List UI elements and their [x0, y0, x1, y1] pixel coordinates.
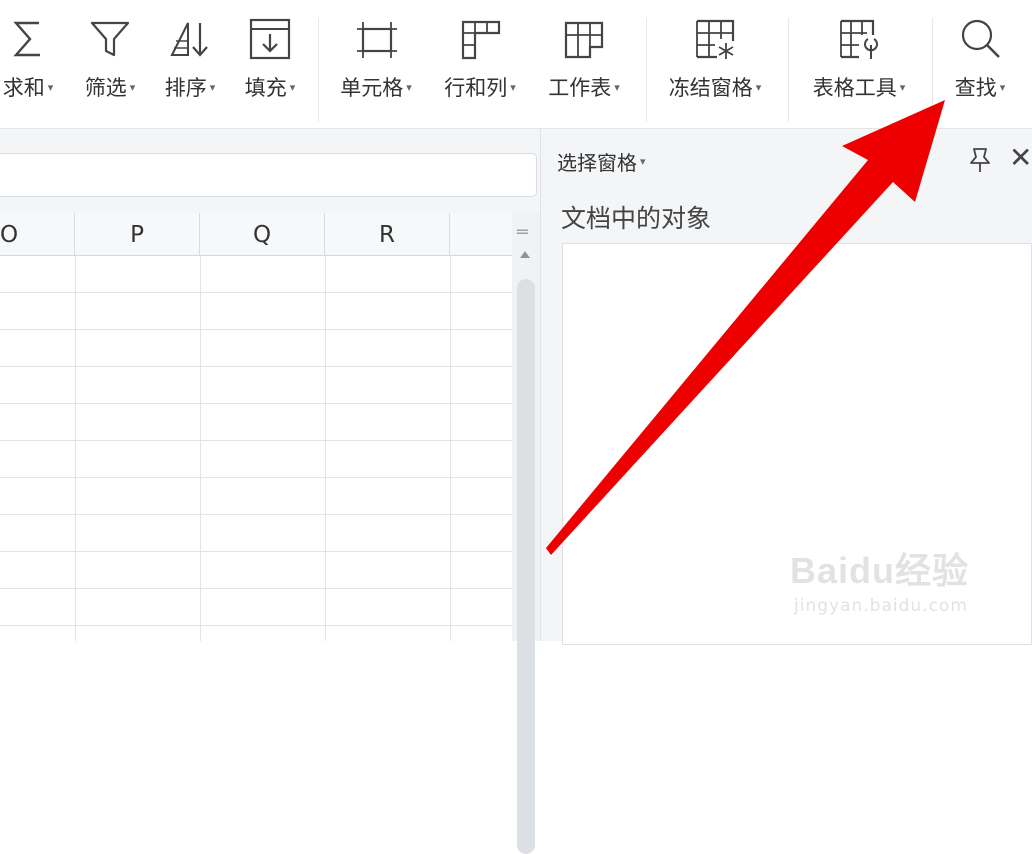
chevron-down-icon[interactable]: ▾: [614, 81, 620, 94]
search-button[interactable]: 查找 ▾: [942, 14, 1018, 114]
ribbon-divider: [646, 18, 647, 122]
chevron-down-icon[interactable]: ▾: [48, 81, 54, 94]
freeze-panes-icon: [692, 14, 738, 64]
worksheet-icon: [561, 14, 607, 64]
watermark-brand: Baidu经验: [790, 550, 970, 591]
rows-columns-button[interactable]: 行和列 ▾: [434, 14, 526, 114]
chevron-down-icon[interactable]: ▾: [640, 155, 646, 168]
cell-icon: [353, 14, 399, 64]
chevron-down-icon[interactable]: ▾: [756, 81, 762, 94]
chevron-down-icon[interactable]: ▾: [406, 81, 412, 94]
chevron-down-icon[interactable]: ▾: [290, 81, 296, 94]
sort-label: 排序: [164, 76, 207, 100]
chevron-down-icon[interactable]: ▾: [510, 81, 516, 94]
table-tools-icon: [836, 14, 882, 64]
cell-grid[interactable]: [0, 256, 512, 641]
selection-pane-title[interactable]: 选择窗格 ▾: [557, 147, 646, 176]
freeze-panes-label: 冻结窗格: [668, 76, 753, 100]
vertical-scrollbar[interactable]: ═: [512, 213, 540, 854]
cell-button[interactable]: 单元格 ▾: [330, 14, 422, 114]
chevron-down-icon[interactable]: ▾: [130, 81, 136, 94]
table-tools-button[interactable]: 表格工具 ▾: [800, 14, 918, 114]
search-label: 查找: [954, 76, 997, 100]
fill-icon: [247, 14, 293, 64]
scroll-thumb[interactable]: [517, 279, 535, 854]
fill-label: 填充: [244, 76, 287, 100]
formula-bar-input[interactable]: [0, 153, 537, 197]
filter-button[interactable]: 筛选 ▾: [74, 14, 146, 114]
close-icon[interactable]: ✕: [1009, 141, 1032, 174]
sort-button[interactable]: 排序 ▾: [154, 14, 226, 114]
ribbon-toolbar: 求和 ▾ 筛选 ▾ 排序 ▾ 填充 ▾ 单元格 ▾ 行和列 ▾ 工作表 ▾ 冻结…: [0, 0, 1032, 129]
fill-button[interactable]: 填充 ▾: [234, 14, 306, 114]
objects-in-document-heading: 文档中的对象: [561, 204, 712, 233]
chevron-down-icon[interactable]: ▾: [1000, 81, 1006, 94]
rows-columns-icon: [457, 14, 503, 64]
sum-label: 求和: [2, 76, 45, 100]
cell-label: 单元格: [340, 76, 404, 100]
filter-label: 筛选: [84, 76, 127, 100]
ribbon-divider: [932, 18, 933, 122]
ribbon-divider: [318, 18, 319, 122]
pin-icon[interactable]: [965, 145, 995, 175]
split-handle-icon[interactable]: ═: [517, 222, 528, 243]
chevron-down-icon[interactable]: ▾: [210, 81, 216, 94]
table-tools-label: 表格工具: [812, 76, 897, 100]
rows-columns-label: 行和列: [444, 76, 508, 100]
worksheet-button[interactable]: 工作表 ▾: [538, 14, 630, 114]
search-icon: [957, 14, 1003, 64]
scroll-up-icon[interactable]: [520, 251, 530, 258]
sort-icon: [167, 14, 213, 64]
selection-pane-title-text: 选择窗格: [557, 151, 637, 175]
filter-icon: [87, 14, 133, 64]
watermark: Baidu经验 jingyan.baidu.com: [790, 526, 1030, 636]
sum-button[interactable]: 求和 ▾: [0, 14, 68, 114]
watermark-url: jingyan.baidu.com: [794, 596, 968, 616]
column-header-r[interactable]: R: [325, 213, 450, 255]
column-header-q[interactable]: Q: [200, 213, 325, 255]
column-header-p[interactable]: P: [75, 213, 200, 255]
freeze-panes-button[interactable]: 冻结窗格 ▾: [656, 14, 774, 114]
ribbon-divider: [788, 18, 789, 122]
worksheet-label: 工作表: [548, 76, 612, 100]
column-header-row: O P Q R: [0, 213, 512, 256]
column-header-o[interactable]: O: [0, 213, 75, 255]
chevron-down-icon[interactable]: ▾: [900, 81, 906, 94]
sum-icon: [5, 14, 51, 64]
